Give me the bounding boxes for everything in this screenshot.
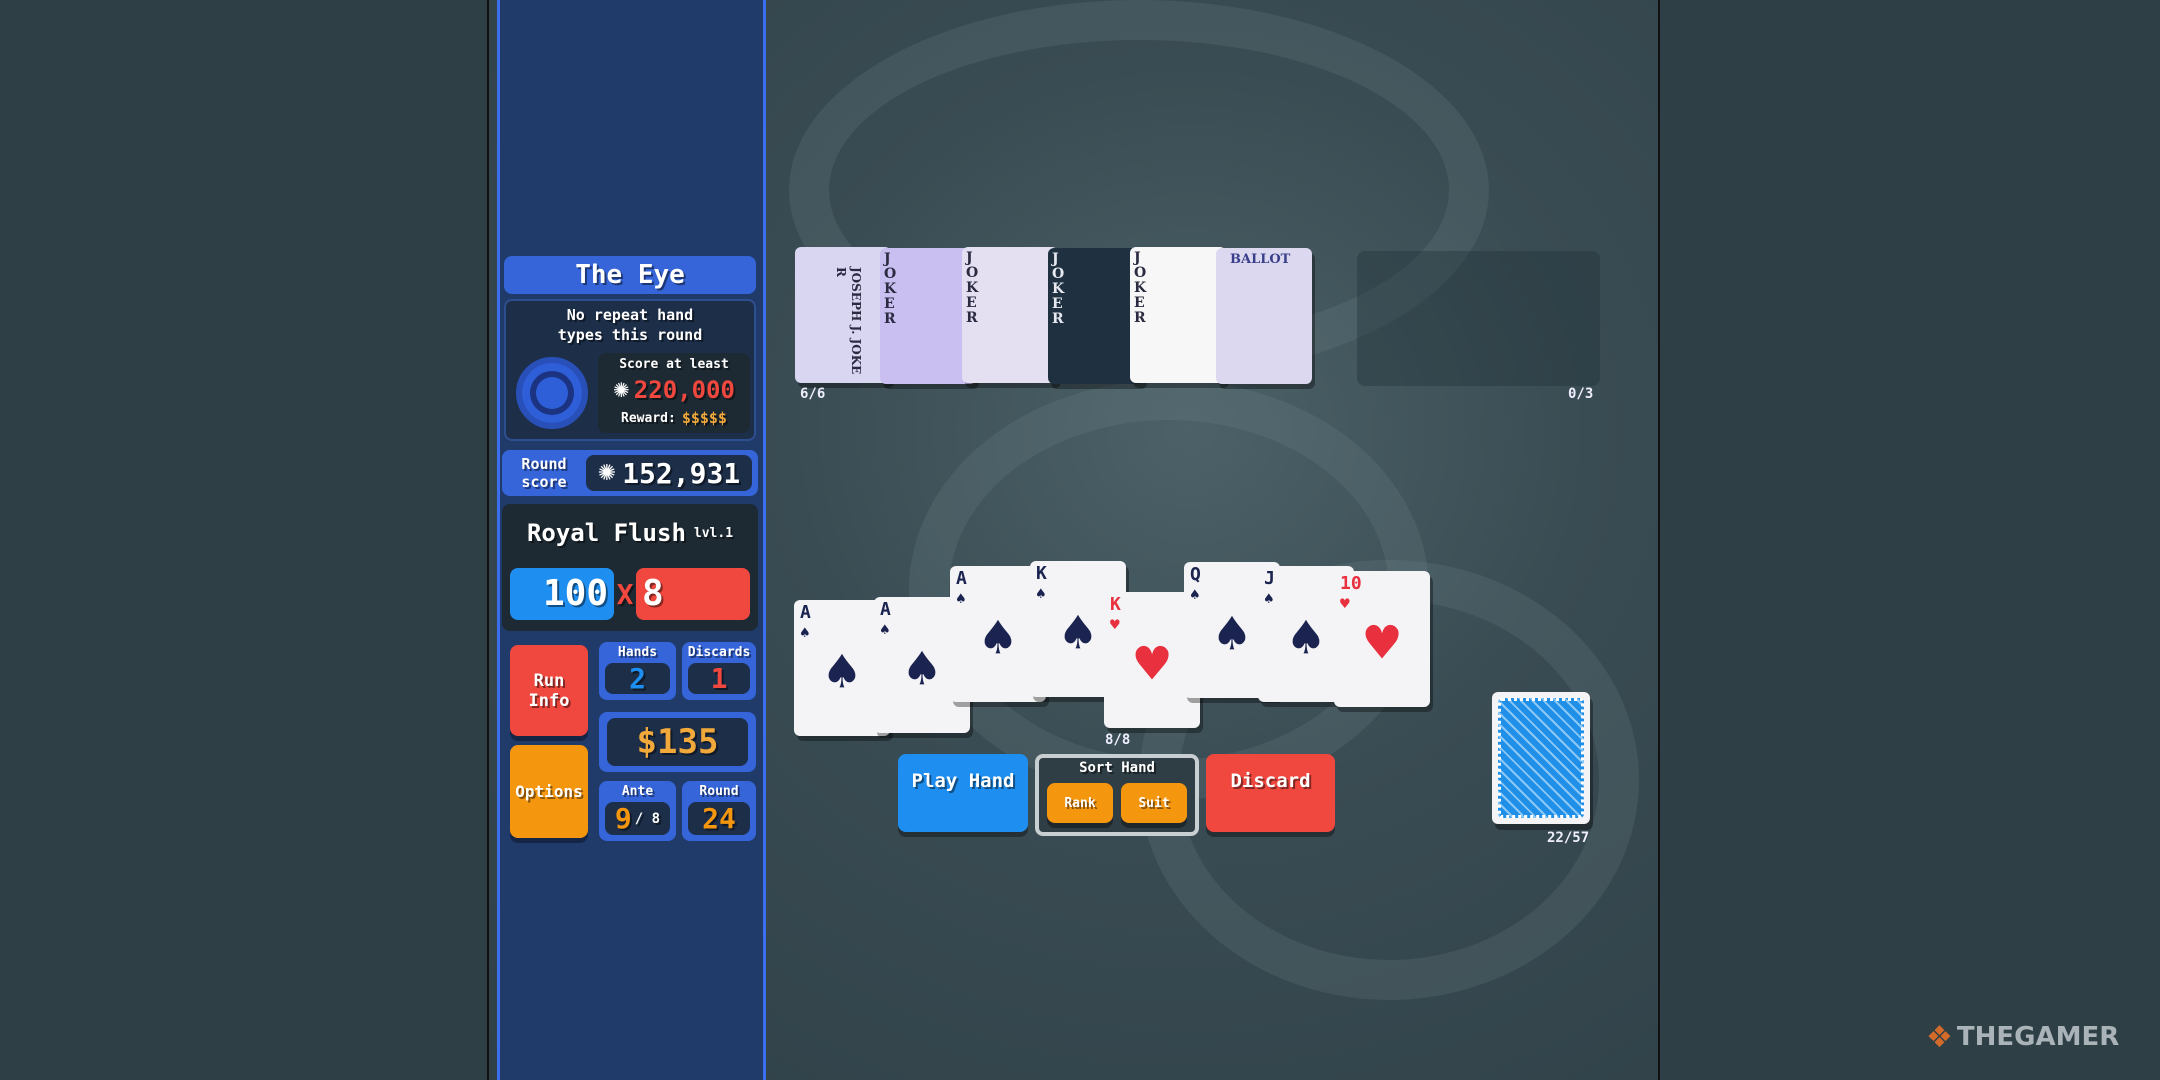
round-score-label-1: Round xyxy=(521,455,567,473)
ante-label: Ante xyxy=(621,783,654,799)
thegamer-logo-icon: ❖ xyxy=(1926,1019,1953,1055)
round-score-label-2: score xyxy=(521,473,567,491)
hands-stat: Hands 2 xyxy=(599,642,676,700)
joker-card[interactable]: JOKER xyxy=(1130,247,1226,383)
sort-rank-button[interactable]: Rank xyxy=(1047,783,1113,823)
thegamer-watermark: ❖ THEGAMER xyxy=(1926,1017,2119,1057)
run-info-label-2: Info xyxy=(528,690,570,711)
card-rank: K xyxy=(1110,594,1121,615)
hand-type-name: Royal Flush xyxy=(526,519,686,547)
blind-chip-icon xyxy=(516,357,588,429)
card-rank: A xyxy=(880,599,891,620)
options-button[interactable]: Options xyxy=(510,745,588,838)
discard-button[interactable]: Discard xyxy=(1206,754,1335,832)
deck-count: 22/57 xyxy=(1547,830,1590,846)
blind-name: The Eye xyxy=(504,256,756,294)
score-target-box: Score at least ✺ 220,000 Reward: $$$$$ xyxy=(598,353,750,433)
joker-label: JOKER xyxy=(884,251,897,327)
card-rank: K xyxy=(1036,563,1047,584)
deck-pile[interactable] xyxy=(1492,692,1590,824)
card-rank: A xyxy=(800,602,811,623)
hand-type-panel: Royal Flush lvl.1 100 X 8 xyxy=(502,504,758,631)
chip-icon: ✺ xyxy=(613,378,630,402)
discards-value: 1 xyxy=(688,662,750,695)
money-panel: $135 xyxy=(599,712,756,772)
round-label: Round xyxy=(699,783,739,799)
sort-hand-panel: Sort Hand Rank Suit xyxy=(1035,754,1199,836)
hand-count: 8/8 xyxy=(1105,732,1131,748)
round-score-panel: Round score ✺ 152,931 xyxy=(502,450,758,496)
joker-label: BALLOT xyxy=(1230,252,1291,267)
hands-value: 2 xyxy=(605,662,670,695)
mult-value: 8 xyxy=(636,568,750,620)
joker-count: 6/6 xyxy=(800,386,826,402)
score-target: 220,000 xyxy=(633,376,735,404)
reward-label: Reward: xyxy=(621,410,676,426)
sort-hand-label: Sort Hand xyxy=(1079,760,1155,776)
chips-value: 100 xyxy=(510,568,614,620)
hand-type-level: lvl.1 xyxy=(693,525,734,541)
card-rank: 10 xyxy=(1340,573,1362,594)
round-value: 24 xyxy=(688,802,750,835)
round-stat: Round 24 xyxy=(682,781,756,841)
card-pip-icon: ♥ xyxy=(1365,611,1399,676)
run-info-label-1: Run xyxy=(533,670,565,691)
joker-card[interactable]: JOKER xyxy=(962,247,1058,383)
joker-card[interactable]: BALLOT xyxy=(1216,248,1312,384)
discards-label: Discards xyxy=(687,644,751,660)
playing-card[interactable]: 10 ♥ ♥ xyxy=(1334,571,1430,707)
chip-icon: ✺ xyxy=(597,460,617,486)
watermark-text: THEGAMER xyxy=(1956,1022,2120,1052)
consumable-slot-area xyxy=(1357,251,1600,386)
joker-card[interactable]: JOSEPH J. JOKER xyxy=(795,247,891,383)
blind-info-panel: No repeat hand types this round Score at… xyxy=(504,299,756,441)
discards-stat: Discards 1 xyxy=(682,642,756,700)
run-info-button[interactable]: Run Info xyxy=(510,645,588,736)
blind-description-1: No repeat hand xyxy=(566,306,694,324)
joker-label: JOKER xyxy=(966,250,979,326)
play-hand-button[interactable]: Play Hand xyxy=(898,754,1028,832)
card-rank: J xyxy=(1264,568,1275,589)
blind-description-2: types this round xyxy=(557,326,703,344)
joker-label: JOKER xyxy=(1134,250,1147,326)
ante-max: / 8 xyxy=(634,810,661,827)
round-score-value: 152,931 xyxy=(622,456,741,490)
card-rank: Q xyxy=(1190,564,1201,585)
money-value: $135 xyxy=(607,718,748,766)
hands-label: Hands xyxy=(617,644,658,660)
consumable-count: 0/3 xyxy=(1568,386,1594,402)
card-rank: A xyxy=(956,568,967,589)
card-back-pattern xyxy=(1498,698,1584,818)
score-target-label: Score at least xyxy=(619,357,729,372)
ante-value: 9 xyxy=(614,802,632,835)
reward-value: $$$$$ xyxy=(681,409,727,427)
joker-label: JOKER xyxy=(1052,251,1065,327)
joker-label: JOSEPH J. JOKER xyxy=(834,267,863,375)
ante-stat: Ante 9 / 8 xyxy=(599,781,676,841)
sort-suit-button[interactable]: Suit xyxy=(1121,783,1187,823)
times-sign: X xyxy=(616,577,634,611)
